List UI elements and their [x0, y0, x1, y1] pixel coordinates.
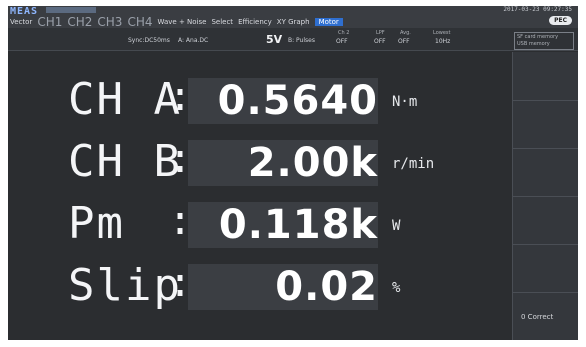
usb-note: USB memory: [517, 41, 550, 47]
measurement-row-pm: Pm : 0.118k W: [8, 198, 508, 260]
tab-select[interactable]: Select: [211, 18, 233, 26]
tab-xy-graph[interactable]: XY Graph: [277, 18, 310, 26]
measurement-label: CH A: [68, 74, 182, 125]
lpf-value: OFF: [374, 38, 386, 45]
softkey-slot-3[interactable]: [513, 196, 578, 197]
tab-ch4[interactable]: CH4: [127, 15, 152, 29]
channel-b-setting: B: Pulses: [288, 37, 315, 44]
zero-correct-softkey[interactable]: 0 Correct: [521, 313, 553, 321]
measurement-value: 2.00k: [247, 140, 378, 186]
value-field: 0.118k: [188, 202, 378, 248]
lpf-label: LPF: [376, 30, 385, 36]
tab-motor[interactable]: Motor: [314, 18, 343, 26]
avg-value: OFF: [398, 38, 410, 45]
value-field: 0.5640: [188, 78, 378, 124]
ch2-value: OFF: [336, 38, 348, 45]
measurement-unit: r/min: [392, 156, 435, 172]
instrument-display-frame: MEAS 2017-03-23 09:27:35 Vector CH1 CH2 …: [0, 0, 586, 347]
avg-label: Avg.: [400, 30, 411, 36]
tab-ch2[interactable]: CH2: [67, 15, 92, 29]
top-bar: MEAS 2017-03-23 09:27:35 Vector CH1 CH2 …: [8, 6, 578, 29]
measurement-label: Slip: [68, 260, 182, 311]
tab-ch1[interactable]: CH1: [37, 15, 62, 29]
clock-readout: 2017-03-23 09:27:35: [503, 6, 572, 13]
measurement-value: 0.02: [275, 264, 378, 310]
pec-badge: PEC: [549, 16, 572, 25]
channel-a-setting: A: Ana.DC: [178, 37, 209, 44]
measurement-value: 0.5640: [217, 78, 378, 124]
softkey-slot-1[interactable]: [513, 100, 578, 101]
tab-vector[interactable]: Vector: [10, 18, 32, 26]
title-decoration: [46, 7, 96, 13]
settings-bar: Sync:DC50ms A: Ana.DC 5V B: Pulses Ch 2 …: [8, 28, 578, 51]
power-analyzer-screen: MEAS 2017-03-23 09:27:35 Vector CH1 CH2 …: [8, 6, 578, 340]
softkey-slot-2[interactable]: [513, 148, 578, 149]
tab-wave-noise[interactable]: Wave + Noise: [158, 18, 207, 26]
sync-setting: Sync:DC50ms: [128, 37, 170, 44]
measurement-row-ch-b: CH B : 2.00k r/min: [8, 136, 508, 198]
measurement-label: Pm: [68, 198, 182, 249]
measurement-unit: %: [392, 280, 401, 296]
softkey-slot-4[interactable]: [513, 244, 578, 245]
lowest-label: Lowest: [433, 30, 451, 36]
range-setting: 5V: [266, 33, 283, 46]
lowest-value: 10Hz: [435, 38, 451, 45]
storage-indicator: SF card memory USB memory: [514, 32, 574, 50]
sf-card-note: SF card memory: [517, 34, 559, 40]
measurement-row-slip: Slip : 0.02 %: [8, 260, 508, 322]
measurement-unit: W: [392, 218, 401, 234]
ch2-label: Ch 2: [338, 30, 350, 36]
softkey-panel: 0 Correct: [512, 52, 578, 340]
tab-ch3[interactable]: CH3: [97, 15, 122, 29]
tab-strip: Vector CH1 CH2 CH3 CH4 Wave + Noise Sele…: [8, 15, 343, 29]
tab-efficiency[interactable]: Efficiency: [238, 18, 272, 26]
softkey-slot-5[interactable]: [513, 292, 578, 293]
value-field: 0.02: [188, 264, 378, 310]
value-field: 2.00k: [188, 140, 378, 186]
measurement-value: 0.118k: [218, 202, 378, 248]
measurement-row-ch-a: CH A : 0.5640 N·m: [8, 74, 508, 136]
measurement-unit: N·m: [392, 94, 418, 110]
measurement-label: CH B: [68, 136, 182, 187]
